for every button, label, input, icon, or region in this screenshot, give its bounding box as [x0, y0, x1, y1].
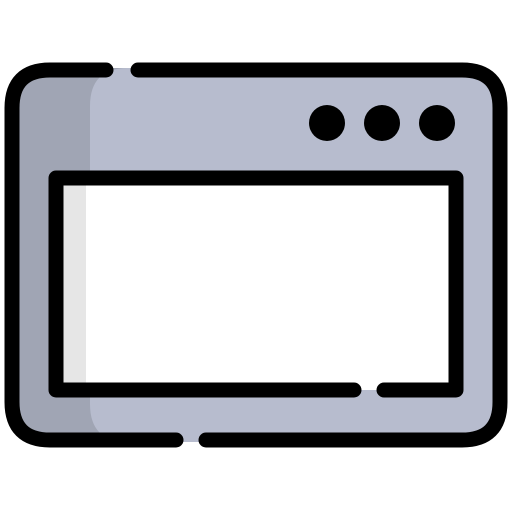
- browser-window-icon-canvas: [0, 0, 512, 512]
- browser-window-icon: [4, 62, 508, 448]
- window-dot-icon: [309, 105, 345, 141]
- window-dot-icon: [419, 105, 455, 141]
- content-panel: [56, 178, 456, 390]
- window-dot-icon: [364, 105, 400, 141]
